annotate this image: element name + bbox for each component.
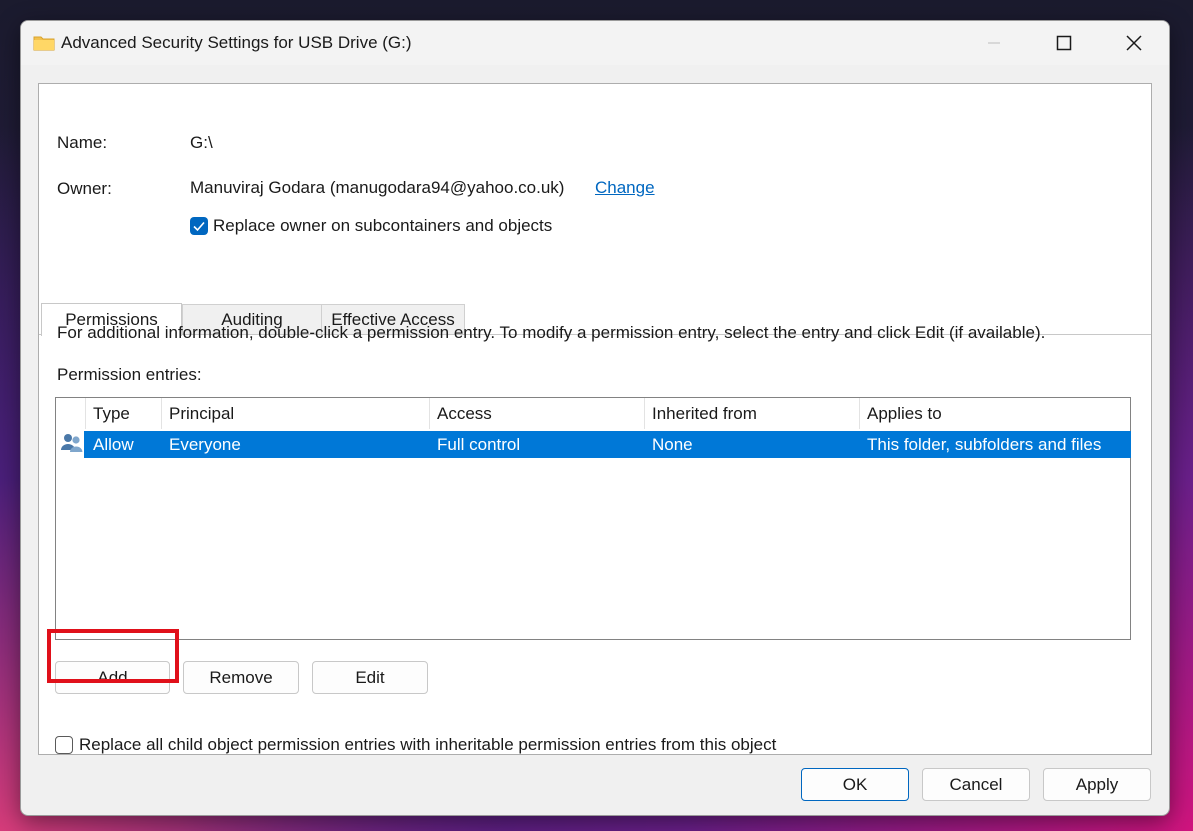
close-button[interactable] xyxy=(1099,21,1169,65)
apply-button[interactable]: Apply xyxy=(1043,768,1151,801)
checkmark-icon xyxy=(190,217,208,235)
cell-inherited-from: None xyxy=(645,431,860,458)
replace-child-permissions-checkbox[interactable] xyxy=(55,736,73,754)
table-row[interactable]: Allow Everyone Full control None This fo… xyxy=(84,431,1131,458)
permissions-info-text: For additional information, double-click… xyxy=(57,323,1045,343)
column-header-inherited-from[interactable]: Inherited from xyxy=(645,398,860,429)
minimize-icon xyxy=(987,36,1001,50)
column-header-principal[interactable]: Principal xyxy=(162,398,430,429)
permission-entries-label: Permission entries: xyxy=(57,365,202,385)
ok-button[interactable]: OK xyxy=(801,768,909,801)
cancel-button-label: Cancel xyxy=(950,775,1003,795)
replace-owner-label[interactable]: Replace owner on subcontainers and objec… xyxy=(213,216,552,236)
minimize-button[interactable] xyxy=(959,21,1029,65)
ok-button-label: OK xyxy=(843,775,868,795)
edit-button[interactable]: Edit xyxy=(312,661,428,694)
dialog-content: Name: G:\ Owner: Manuviraj Godara (manug… xyxy=(38,83,1152,755)
folder-icon xyxy=(33,34,55,51)
column-header-access[interactable]: Access xyxy=(430,398,645,429)
cell-principal: Everyone xyxy=(162,431,430,458)
owner-value: Manuviraj Godara (manugodara94@yahoo.co.… xyxy=(190,178,564,198)
column-header-applies-to[interactable]: Applies to xyxy=(860,398,1130,429)
remove-button[interactable]: Remove xyxy=(183,661,299,694)
name-label: Name: xyxy=(57,133,107,153)
replace-child-permissions-label[interactable]: Replace all child object permission entr… xyxy=(79,735,776,755)
window-title: Advanced Security Settings for USB Drive… xyxy=(61,33,412,53)
cell-access: Full control xyxy=(430,431,645,458)
add-button-highlight xyxy=(47,629,179,683)
advanced-security-dialog: Advanced Security Settings for USB Drive… xyxy=(20,20,1170,816)
column-header-icon[interactable] xyxy=(56,398,86,429)
maximize-icon xyxy=(1056,35,1072,51)
permission-entries-list[interactable]: Type Principal Access Inherited from App… xyxy=(55,397,1131,640)
cancel-button[interactable]: Cancel xyxy=(922,768,1030,801)
column-header-type[interactable]: Type xyxy=(86,398,162,429)
remove-button-label: Remove xyxy=(209,668,272,688)
apply-button-label: Apply xyxy=(1076,775,1119,795)
title-bar: Advanced Security Settings for USB Drive… xyxy=(21,21,1169,65)
close-icon xyxy=(1126,35,1142,51)
name-value: G:\ xyxy=(190,133,213,153)
replace-owner-checkbox[interactable] xyxy=(190,217,208,235)
edit-button-label: Edit xyxy=(355,668,384,688)
cell-type: Allow xyxy=(86,431,162,458)
owner-label: Owner: xyxy=(57,179,112,199)
maximize-button[interactable] xyxy=(1029,21,1099,65)
change-owner-link[interactable]: Change xyxy=(595,178,655,198)
cell-applies-to: This folder, subfolders and files xyxy=(860,431,1131,458)
users-icon xyxy=(60,432,84,454)
